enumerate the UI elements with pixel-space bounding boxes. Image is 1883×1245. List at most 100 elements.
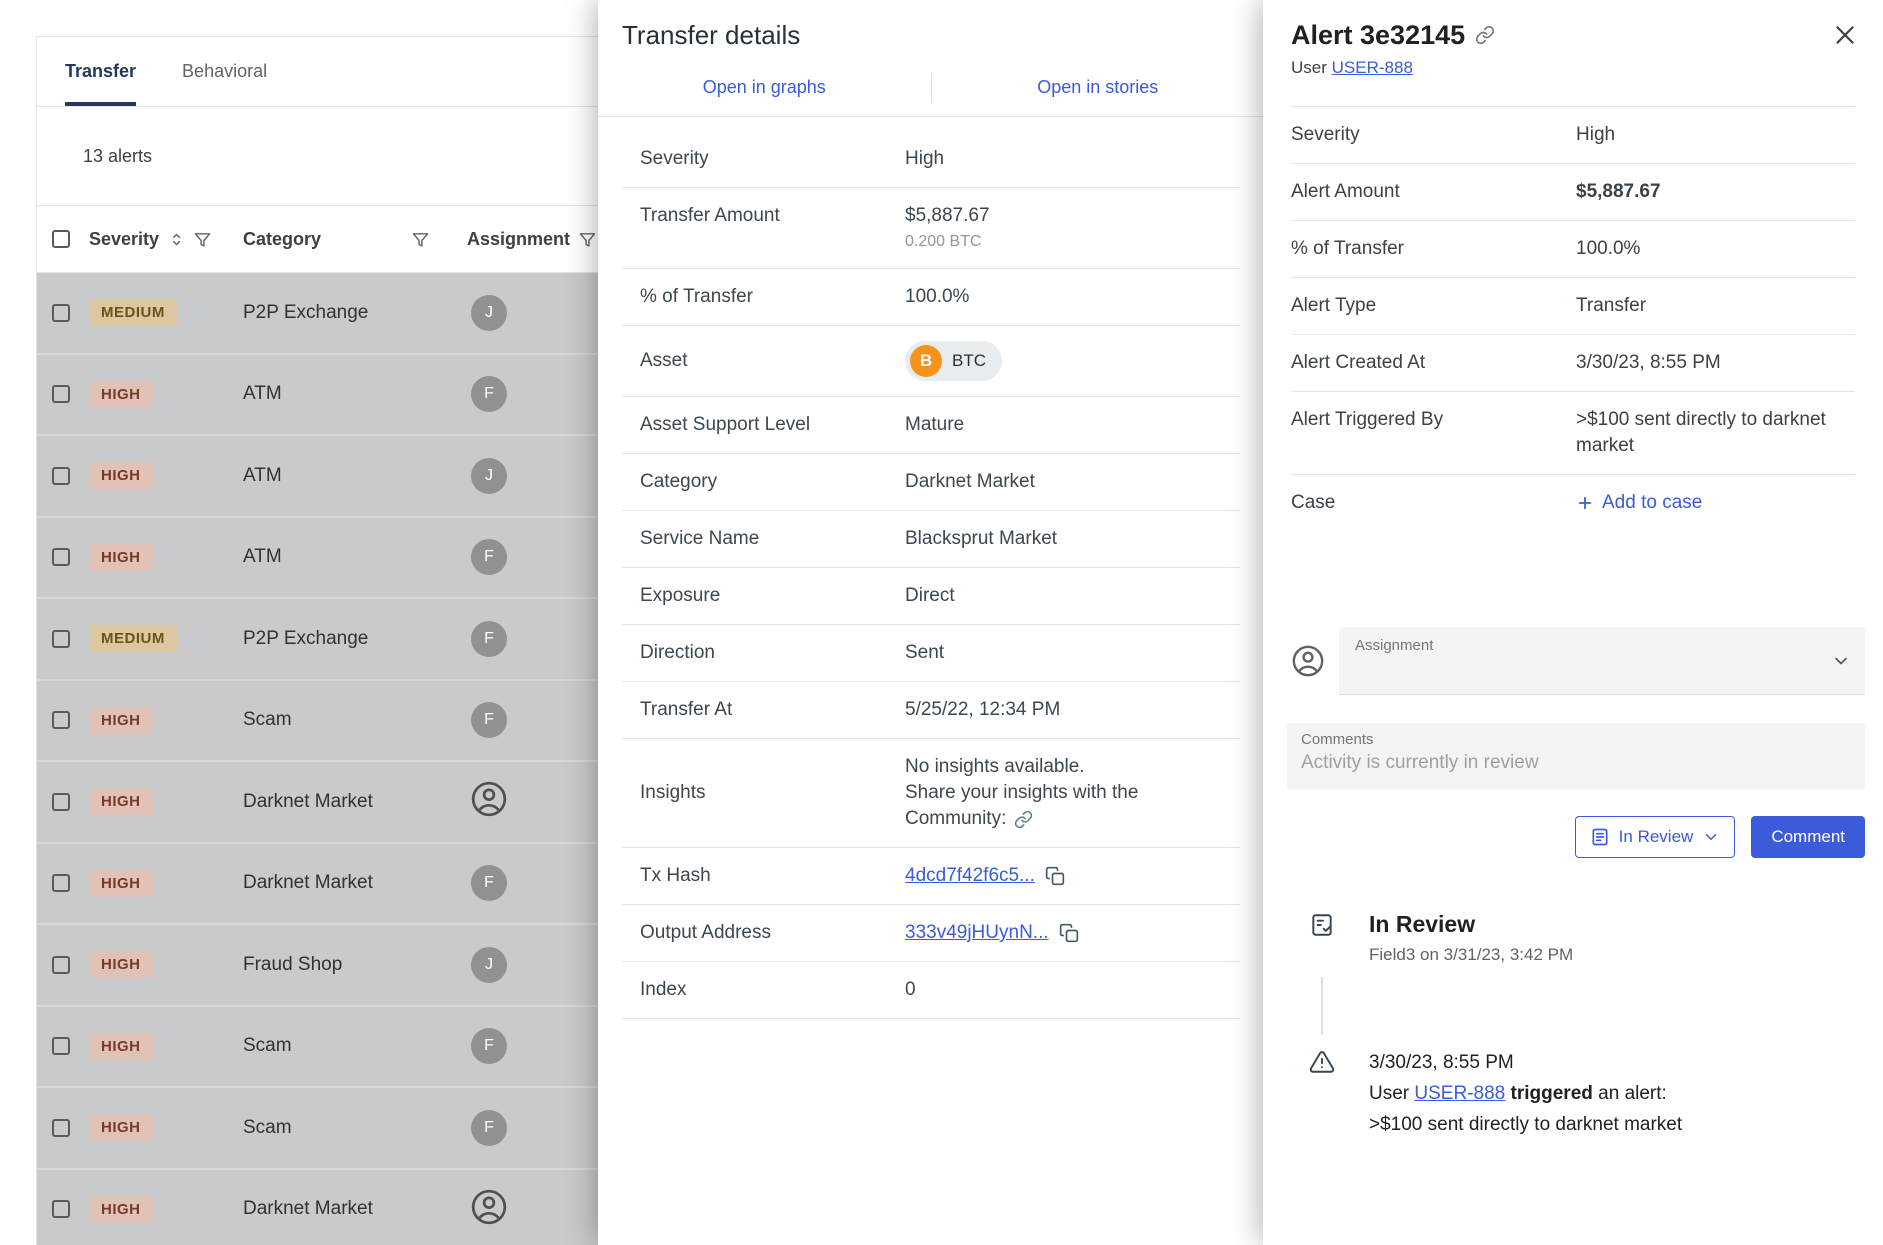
severity-badge: HIGH bbox=[89, 1196, 153, 1223]
timeline-connector bbox=[1321, 977, 1323, 1035]
row-category: Scam bbox=[239, 709, 463, 731]
severity-value: High bbox=[905, 146, 1240, 172]
row-checkbox[interactable] bbox=[52, 467, 70, 485]
timeline-status-meta: Field3 on 3/31/23, 3:42 PM bbox=[1369, 945, 1573, 965]
open-in-stories-link[interactable]: Open in stories bbox=[932, 77, 1265, 98]
row-checkbox[interactable] bbox=[52, 548, 70, 566]
btc-icon: B bbox=[910, 345, 942, 377]
select-all-checkbox[interactable] bbox=[52, 230, 70, 248]
timeline-event-detail: >$100 sent directly to darknet market bbox=[1369, 1109, 1682, 1140]
alerts-tabs: Transfer Behavioral bbox=[37, 37, 636, 107]
assignment-select[interactable]: Assignment bbox=[1339, 627, 1865, 695]
severity-badge: HIGH bbox=[89, 381, 153, 408]
service-name-value: Blacksprut Market bbox=[905, 526, 1240, 552]
row-checkbox[interactable] bbox=[52, 711, 70, 729]
alert-severity-row: Severity High bbox=[1291, 107, 1855, 164]
row-checkbox[interactable] bbox=[52, 1037, 70, 1055]
transfer-details-title: Transfer details bbox=[622, 20, 1240, 51]
row-checkbox[interactable] bbox=[52, 385, 70, 403]
assignee-avatar: J bbox=[471, 458, 507, 494]
row-category: Darknet Market bbox=[239, 791, 463, 813]
row-checkbox[interactable] bbox=[52, 1119, 70, 1137]
tab-behavioral[interactable]: Behavioral bbox=[182, 37, 267, 106]
timeline-event-time: 3/30/23, 8:55 PM bbox=[1369, 1047, 1682, 1078]
index-value: 0 bbox=[905, 977, 1240, 1003]
comments-input[interactable] bbox=[1301, 752, 1851, 780]
comments-field[interactable]: Comments bbox=[1287, 723, 1865, 790]
sort-arrows-icon[interactable] bbox=[168, 231, 185, 248]
tab-transfer[interactable]: Transfer bbox=[65, 37, 136, 106]
assignee-avatar: F bbox=[471, 621, 507, 657]
output-address-link[interactable]: 333v49jHUynN... bbox=[905, 920, 1049, 946]
asset-support-value: Mature bbox=[905, 412, 1240, 438]
insights-row: Insights No insights available. Share yo… bbox=[622, 739, 1240, 848]
transfer-details-panel: Transfer details Open in graphs Open in … bbox=[598, 0, 1264, 1245]
severity-badge: HIGH bbox=[89, 1033, 153, 1060]
assignment-label: Assignment bbox=[1355, 637, 1849, 654]
status-dropdown-button[interactable]: In Review bbox=[1575, 816, 1736, 858]
row-checkbox[interactable] bbox=[52, 304, 70, 322]
tx-hash-link[interactable]: 4dcd7f42f6c5... bbox=[905, 863, 1035, 889]
category-row: Category Darknet Market bbox=[622, 454, 1240, 511]
pct-of-transfer-row: % of Transfer 100.0% bbox=[622, 269, 1240, 326]
exposure-row: Exposure Direct bbox=[622, 568, 1240, 625]
status-change-icon bbox=[1309, 912, 1335, 938]
copy-icon[interactable] bbox=[1045, 866, 1065, 886]
category-value: Darknet Market bbox=[905, 469, 1240, 495]
pct-of-transfer-value: 100.0% bbox=[905, 284, 1240, 310]
table-row[interactable]: HIGHATMJ bbox=[37, 436, 636, 518]
alert-amount-value: $5,887.67 bbox=[1576, 179, 1855, 205]
alert-permalink-icon[interactable] bbox=[1475, 25, 1495, 45]
asset-support-row: Asset Support Level Mature bbox=[622, 397, 1240, 454]
severity-badge: HIGH bbox=[89, 544, 153, 571]
filter-icon[interactable] bbox=[412, 231, 429, 248]
add-to-case-button[interactable]: Add to case bbox=[1576, 490, 1702, 516]
insights-line2: Share your insights with the bbox=[905, 780, 1240, 806]
row-category: P2P Exchange bbox=[239, 628, 463, 650]
filter-icon[interactable] bbox=[194, 231, 211, 248]
assignee-avatar: J bbox=[471, 295, 507, 331]
user-link[interactable]: USER-888 bbox=[1414, 1083, 1505, 1104]
row-checkbox[interactable] bbox=[52, 956, 70, 974]
row-checkbox[interactable] bbox=[52, 874, 70, 892]
copy-icon[interactable] bbox=[1059, 923, 1079, 943]
row-checkbox[interactable] bbox=[52, 630, 70, 648]
table-row[interactable]: HIGHDarknet Market bbox=[37, 1170, 636, 1245]
open-in-graphs-link[interactable]: Open in graphs bbox=[598, 77, 931, 98]
alerts-list-panel: Transfer Behavioral 13 alerts Severity C… bbox=[36, 36, 636, 1245]
activity-timeline: In Review Field3 on 3/31/23, 3:42 PM 3/3… bbox=[1309, 910, 1855, 1140]
insights-line3: Community: bbox=[905, 806, 1006, 832]
filter-icon[interactable] bbox=[579, 231, 596, 248]
table-row[interactable]: MEDIUMP2P ExchangeF bbox=[37, 599, 636, 681]
table-row[interactable]: HIGHFraud ShopJ bbox=[37, 925, 636, 1007]
table-row[interactable]: HIGHDarknet MarketF bbox=[37, 844, 636, 926]
community-link-icon[interactable] bbox=[1014, 810, 1033, 829]
index-row: Index 0 bbox=[622, 962, 1240, 1019]
column-header-assignment: Assignment bbox=[467, 229, 570, 250]
row-checkbox[interactable] bbox=[52, 793, 70, 811]
table-row[interactable]: HIGHATMF bbox=[37, 518, 636, 600]
direction-value: Sent bbox=[905, 640, 1240, 666]
assignee-avatar: F bbox=[471, 376, 507, 412]
output-address-row: Output Address 333v49jHUynN... bbox=[622, 905, 1240, 962]
user-link[interactable]: USER-888 bbox=[1332, 58, 1413, 77]
comment-button[interactable]: Comment bbox=[1751, 816, 1865, 858]
table-row[interactable]: HIGHDarknet Market bbox=[37, 762, 636, 844]
table-row[interactable]: HIGHScamF bbox=[37, 1088, 636, 1170]
alert-properties-list: Severity High Alert Amount $5,887.67 % o… bbox=[1291, 106, 1855, 535]
table-row[interactable]: HIGHScamF bbox=[37, 681, 636, 763]
asset-chip-label: BTC bbox=[952, 348, 986, 374]
table-row[interactable]: MEDIUMP2P ExchangeJ bbox=[37, 273, 636, 355]
severity-badge: HIGH bbox=[89, 462, 153, 489]
table-row[interactable]: HIGHScamF bbox=[37, 1007, 636, 1089]
alerts-count: 13 alerts bbox=[83, 146, 152, 167]
comments-label: Comments bbox=[1301, 731, 1851, 748]
app-root: Transfer Behavioral 13 alerts Severity C… bbox=[0, 0, 1883, 1245]
row-checkbox[interactable] bbox=[52, 1200, 70, 1218]
asset-chip: B BTC bbox=[905, 341, 1002, 381]
transfer-amount-row: Transfer Amount $5,887.67 0.200 BTC bbox=[622, 188, 1240, 269]
insights-line1: No insights available. bbox=[905, 754, 1240, 780]
row-category: Fraud Shop bbox=[239, 954, 463, 976]
close-icon[interactable] bbox=[1831, 22, 1859, 50]
table-row[interactable]: HIGHATMF bbox=[37, 355, 636, 437]
